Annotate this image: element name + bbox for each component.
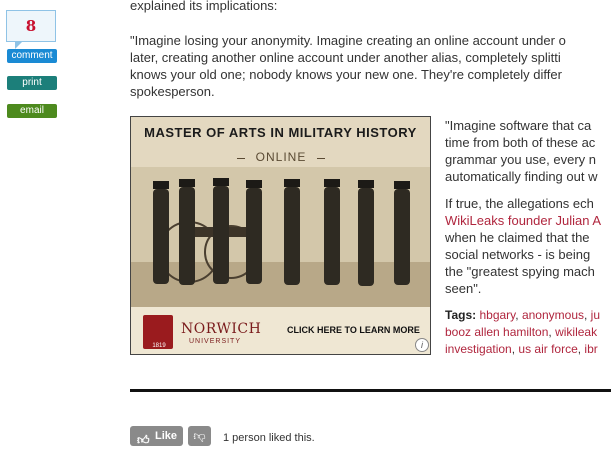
thumbs-down-icon: 👎︎ [193, 429, 206, 443]
text-line: If true, the allegations ech [445, 196, 594, 211]
text-line: when he claimed that the [445, 230, 590, 245]
text-line: "Imagine software that ca [445, 118, 592, 133]
quote-line: spokesperson. [130, 84, 215, 99]
ad-info-icon[interactable]: i [415, 338, 429, 352]
intro-fragment: explained its implications: [130, 0, 278, 13]
text-line: seen". [445, 281, 482, 296]
text-line: grammar you use, every n [445, 152, 597, 167]
paragraph: "Imagine software that ca time from both… [445, 117, 611, 185]
comment-count-badge[interactable]: 8 [6, 10, 56, 49]
like-count-text: 1 person liked this. [223, 432, 315, 444]
logo-year: 1819 [152, 343, 166, 349]
email-button[interactable]: email [7, 104, 57, 118]
text-line: social networks - is being [445, 247, 591, 262]
tag-link[interactable]: us air force [518, 342, 577, 356]
norwich-advertisement[interactable]: MASTER OF ARTS IN MILITARY HISTORY ONLIN… [130, 116, 431, 355]
text-line: the "greatest spying mach [445, 264, 595, 279]
comment-button[interactable]: comment [7, 49, 57, 63]
quote-line: knows your old one; nobody knows your ne… [130, 67, 562, 82]
article-tools-sidebar: 8 comment print email [6, 10, 60, 118]
tag-link[interactable]: booz allen hamilton [445, 325, 548, 339]
comment-count: 8 [25, 17, 37, 35]
article-right-column: "Imagine software that ca time from both… [445, 117, 611, 358]
like-label: Like [154, 430, 177, 442]
tag-link[interactable]: ibr [584, 342, 597, 356]
text-line: time from both of these ac [445, 135, 596, 150]
dislike-button[interactable]: 👎︎ [188, 426, 211, 446]
thumbs-up-icon: 👍︎ [137, 433, 150, 447]
section-divider [130, 389, 611, 392]
text-line: automatically finding out w [445, 169, 598, 184]
tags-label: Tags: [445, 308, 477, 322]
quote-paragraph: "Imagine losing your anonymity. Imagine … [130, 32, 611, 100]
ad-cta-link[interactable]: CLICK HERE TO LEARN MORE [287, 325, 420, 335]
quote-line: "Imagine losing your anonymity. Imagine … [130, 33, 566, 48]
tag-link[interactable]: investigation [445, 342, 512, 356]
tag-link[interactable]: wikileak [555, 325, 597, 339]
ad-subtitle: ONLINE [231, 150, 331, 164]
quote-line: later, creating another online account u… [130, 50, 561, 65]
like-button[interactable]: 👍︎ Like [130, 426, 183, 447]
tag-link[interactable]: anonymous [522, 308, 584, 322]
ad-brand: NORWICH [181, 321, 262, 337]
ad-brand-sub: UNIVERSITY [189, 338, 242, 345]
tag-link[interactable]: hbgary [479, 308, 515, 322]
speech-bubble-tail [15, 41, 23, 49]
julian-assange-link[interactable]: WikiLeaks founder Julian A [445, 213, 601, 228]
print-button[interactable]: print [7, 76, 57, 90]
paragraph: If true, the allegations ech WikiLeaks f… [445, 195, 611, 297]
tags-block: Tags: hbgary, anonymous, ju booz allen h… [445, 308, 601, 356]
ad-title: MASTER OF ARTS IN MILITARY HISTORY [144, 125, 417, 140]
tag-link[interactable]: ju [591, 308, 600, 322]
soldiers-photo [131, 167, 430, 307]
